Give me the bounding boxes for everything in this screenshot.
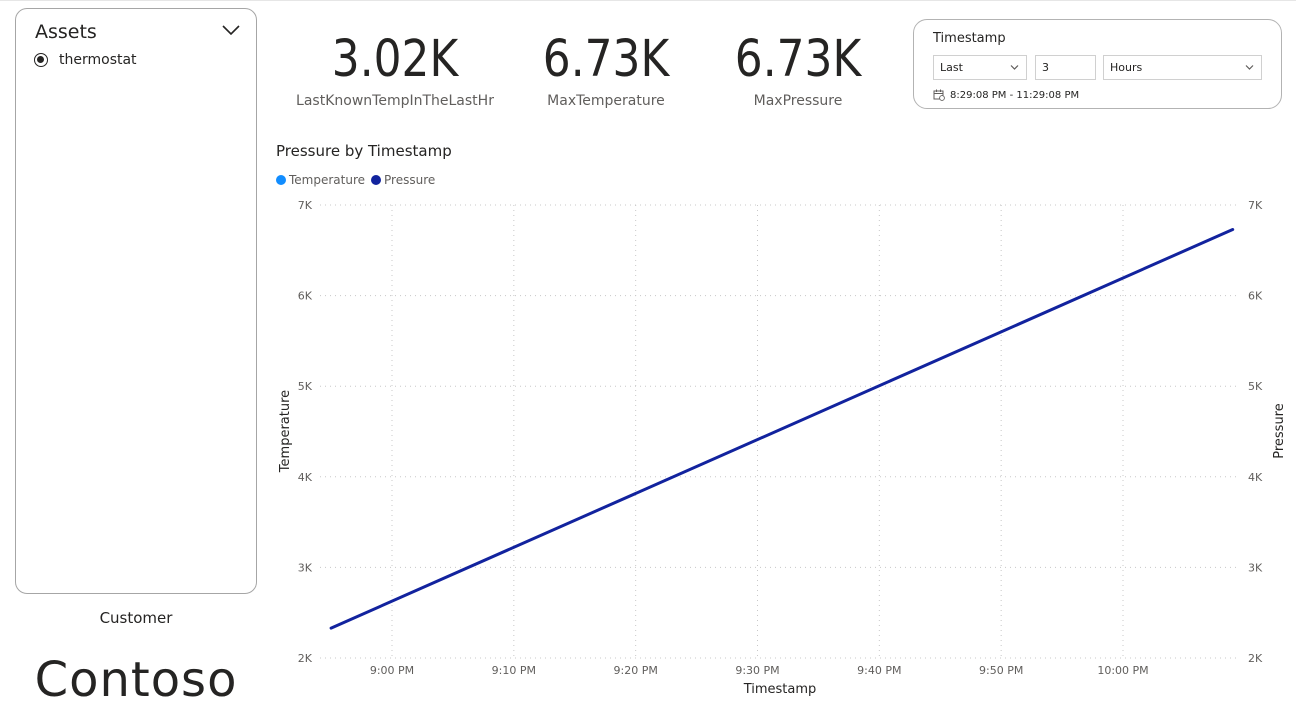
y-axis-title-left: Temperature: [278, 390, 293, 473]
x-tick-label: 9:00 PM: [370, 664, 414, 677]
x-tick-label: 9:10 PM: [492, 664, 536, 677]
y-tick-label-left: 6K: [298, 290, 313, 303]
y-tick-label-right: 6K: [1248, 290, 1263, 303]
y-tick-label-right: 7K: [1248, 199, 1263, 212]
y-tick-label-left: 4K: [298, 471, 313, 484]
line-chart: 2K 2K 3K 3K 4K 4K 5K 5K 6K 6K 7K 7K 9:00 PM 9:10 PM 9:…: [278, 199, 1287, 697]
x-tick-label: 9:50 PM: [979, 664, 1023, 677]
y-tick-label-right: 5K: [1248, 380, 1263, 393]
y-tick-label-right: 2K: [1248, 652, 1263, 665]
x-axis-title: Timestamp: [743, 682, 817, 697]
x-tick-label: 9:40 PM: [857, 664, 901, 677]
y-tick-label-left: 3K: [298, 561, 313, 574]
x-tick-label: 9:30 PM: [735, 664, 779, 677]
x-tick-label: 10:00 PM: [1097, 664, 1148, 677]
x-tick-label: 9:20 PM: [614, 664, 658, 677]
y-tick-label-left: 5K: [298, 380, 313, 393]
y-tick-label-left: 2K: [298, 652, 313, 665]
y-tick-label-right: 3K: [1248, 561, 1263, 574]
y-tick-label-right: 4K: [1248, 471, 1263, 484]
y-tick-label-left: 7K: [298, 199, 313, 212]
series-line-pressure: [329, 228, 1235, 630]
y-axis-title-right: Pressure: [1272, 403, 1287, 459]
